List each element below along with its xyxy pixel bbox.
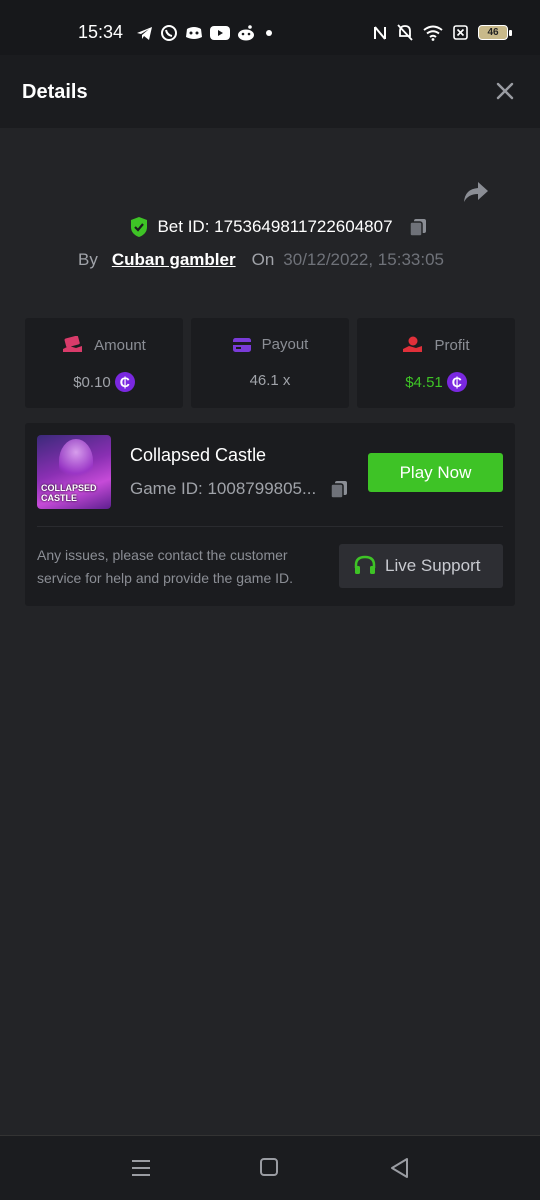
amount-label: Amount: [94, 336, 146, 354]
copy-bet-id-icon[interactable]: [407, 216, 429, 238]
payout-label: Payout: [261, 336, 309, 353]
status-time: 15:34: [78, 22, 124, 42]
coin-icon: ₵: [446, 372, 467, 392]
payout-card: Payout 46.1 x: [191, 318, 349, 408]
home-icon[interactable]: [260, 1158, 278, 1176]
page-title: Details: [22, 81, 88, 103]
amount-value: $0.10: [73, 373, 111, 391]
close-icon[interactable]: [494, 80, 516, 102]
status-bar: 15:34 46: [0, 0, 540, 55]
system-nav-bar: [0, 1135, 540, 1200]
live-support-label: Live Support: [385, 556, 481, 575]
share-icon[interactable]: [462, 178, 490, 206]
money-hand-icon: [63, 336, 83, 352]
whatsapp-icon: [161, 25, 177, 41]
back-icon[interactable]: [389, 1157, 409, 1179]
discord-icon: [186, 27, 202, 39]
game-title: Collapsed Castle: [130, 445, 267, 465]
amount-card: Amount $0.10 ₵: [25, 318, 183, 408]
battery-level: 46: [487, 27, 499, 38]
profit-label: Profit: [434, 336, 470, 354]
bet-id-row: Bet ID: 1753649811722604807: [0, 216, 540, 238]
youtube-icon: [210, 26, 230, 40]
headset-icon: [354, 555, 376, 574]
profit-card: Profit $4.51 ₵: [357, 318, 515, 408]
notification-icons: [136, 24, 276, 42]
bet-id: Bet ID: 1753649811722604807: [157, 217, 393, 236]
on-label: On: [251, 250, 275, 269]
dot-icon: [266, 30, 272, 36]
by-label: By: [78, 250, 98, 269]
nfc-icon: [374, 25, 386, 40]
author-link[interactable]: Cuban gambler: [112, 250, 236, 270]
system-icons: 46: [373, 24, 512, 41]
support-help-text: Any issues, please contact the customer …: [37, 547, 294, 586]
payout-value: 46.1 x: [249, 372, 291, 389]
bell-off-icon: [397, 24, 413, 41]
profit-hand-icon: [403, 336, 423, 352]
bet-meta-row: By Cuban gambler On 30/12/2022, 15:33:05: [78, 250, 444, 270]
divider: [37, 526, 503, 527]
coin-icon: ₵: [114, 372, 135, 392]
reddit-icon: [238, 25, 254, 41]
game-id-row: Game ID: 1008799805...: [130, 478, 350, 500]
profit-value: $4.51: [405, 373, 443, 391]
game-id: Game ID: 1008799805...: [130, 479, 317, 498]
card-icon: [232, 337, 251, 352]
bet-date: 30/12/2022, 15:33:05: [283, 250, 444, 269]
live-support-button[interactable]: Live Support: [339, 544, 503, 588]
play-now-button[interactable]: Play Now: [368, 453, 503, 492]
wifi-icon: [423, 25, 443, 41]
game-card: COLLAPSED CASTLE Collapsed Castle Game I…: [25, 423, 515, 606]
sim-x-icon: [453, 25, 468, 40]
battery-icon: 46: [478, 25, 512, 40]
shield-check-icon: [131, 217, 148, 237]
recent-apps-icon[interactable]: [131, 1159, 151, 1177]
copy-game-id-icon[interactable]: [328, 478, 350, 500]
game-thumbnail-logo: COLLAPSED CASTLE: [41, 483, 97, 503]
telegram-icon: [137, 26, 152, 40]
details-header: Details: [0, 55, 540, 128]
game-thumbnail[interactable]: COLLAPSED CASTLE: [37, 435, 111, 509]
